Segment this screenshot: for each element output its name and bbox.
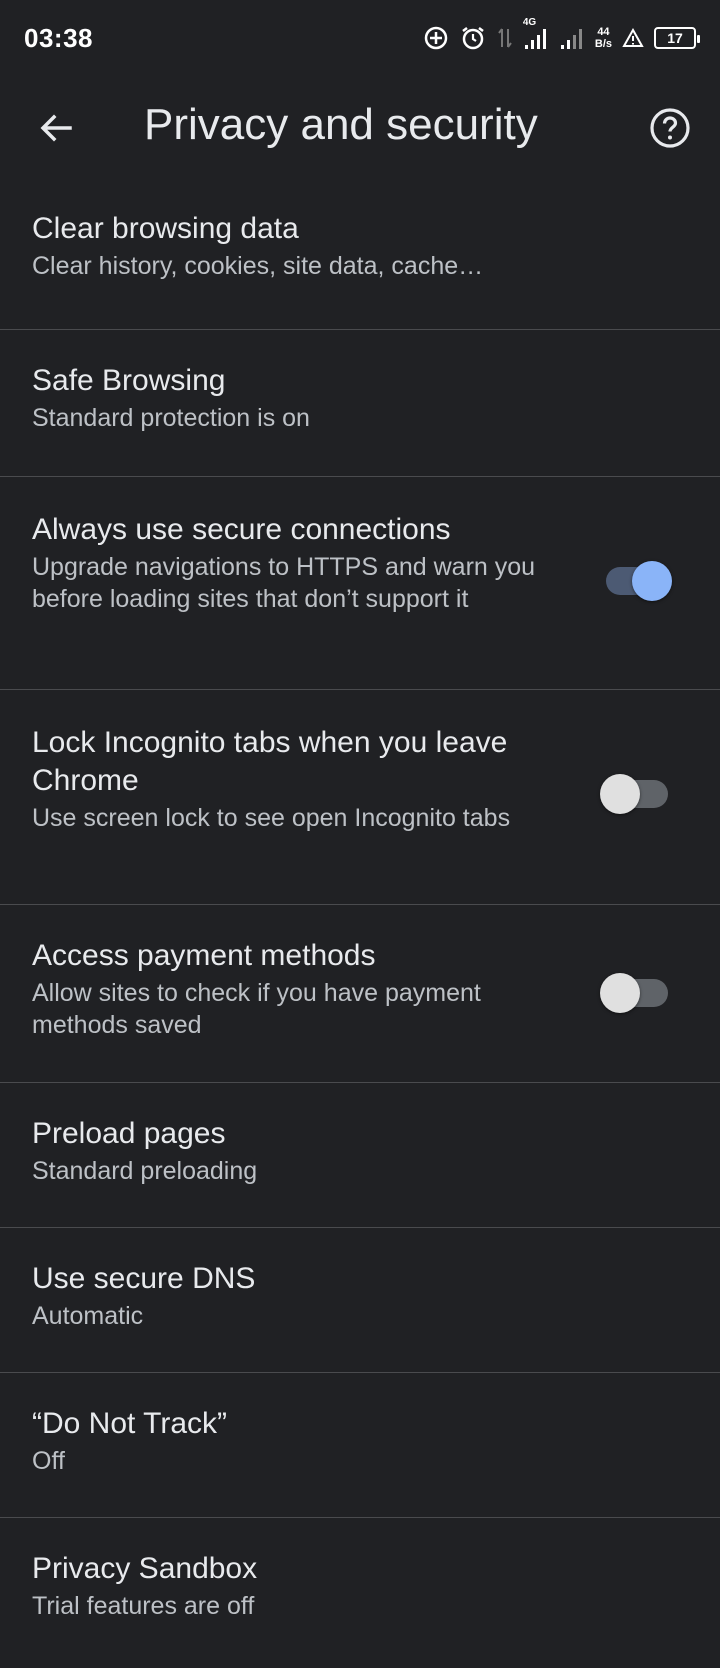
status-bar: 03:38 4G 44 B/s 17 [0,0,720,76]
setting-title: Lock Incognito tabs when you leave Chrom… [32,726,508,797]
help-button[interactable] [642,100,698,156]
status-time: 03:38 [24,22,93,53]
toggle-thumb [600,774,640,814]
status-icons: 4G 44 B/s 17 [423,17,700,52]
setting-title: Access payment methods [32,939,376,972]
setting-title: “Do Not Track” [32,1407,228,1440]
network-type-label: 4G [522,17,537,28]
setting-title: Privacy Sandbox [32,1552,258,1585]
setting-privacy-sandbox[interactable]: Privacy Sandbox Trial features are off [0,1518,720,1668]
setting-secure-dns[interactable]: Use secure DNS Automatic [0,1228,720,1373]
toggle-thumb [632,561,672,601]
battery-icon: 17 [654,27,700,49]
setting-always-secure-connections[interactable]: Always use secure connections Upgrade na… [0,477,720,690]
setting-safe-browsing[interactable]: Safe Browsing Standard protection is on [0,330,720,477]
page-title: Privacy and security [144,100,538,149]
alarm-icon [459,24,487,52]
setting-access-payment-methods[interactable]: Access payment methods Allow sites to ch… [0,905,720,1083]
setting-subtitle: Allow sites to check if you have payment… [32,979,481,1039]
setting-title: Preload pages [32,1117,226,1150]
setting-title: Always use secure connections [32,513,451,546]
speed-unit: B/s [594,38,612,50]
signal-icon: 4G [523,17,549,51]
setting-subtitle: Standard protection is on [32,404,310,432]
setting-do-not-track[interactable]: “Do Not Track” Off [0,1373,720,1518]
setting-subtitle: Off [32,1447,65,1475]
toggle-thumb [600,973,640,1013]
setting-preload-pages[interactable]: Preload pages Standard preloading [0,1083,720,1228]
arrow-left-icon [40,114,72,142]
setting-subtitle: Automatic [32,1302,144,1330]
signal-weak-icon [559,25,585,51]
secure-connections-toggle[interactable] [606,561,672,601]
network-speed: 44 B/s [595,26,612,50]
back-button[interactable] [26,98,86,158]
lock-incognito-toggle[interactable] [600,774,668,814]
app-bar: Privacy and security [0,76,720,180]
setting-title: Safe Browsing [32,364,226,397]
help-circle-icon [650,108,690,148]
warning-icon [622,27,644,49]
setting-title: Use secure DNS [32,1262,256,1295]
setting-clear-browsing-data[interactable]: Clear browsing data Clear history, cooki… [0,180,720,330]
payment-methods-toggle[interactable] [600,973,668,1013]
setting-subtitle: Upgrade navigations to HTTPS and warn yo… [32,553,536,613]
setting-title: Clear browsing data [32,212,299,245]
data-arrows-icon [497,25,513,51]
setting-lock-incognito-tabs[interactable]: Lock Incognito tabs when you leave Chrom… [0,690,720,905]
data-saver-icon [423,25,449,51]
setting-subtitle: Clear history, cookies, site data, cache… [32,252,484,280]
battery-level: 17 [667,30,683,46]
setting-subtitle: Trial features are off [32,1592,255,1620]
settings-list: Clear browsing data Clear history, cooki… [0,180,720,1668]
setting-subtitle: Use screen lock to see open Incognito ta… [32,804,511,832]
setting-subtitle: Standard preloading [32,1157,258,1185]
speed-value: 44 [597,26,610,38]
